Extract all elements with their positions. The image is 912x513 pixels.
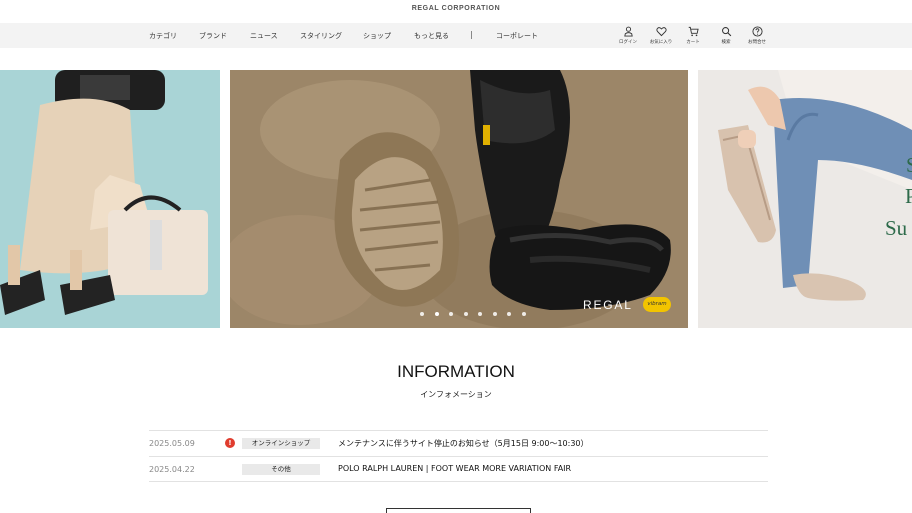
campaign-text-line-3: Su <box>885 216 908 240</box>
slide-next[interactable]: S P Su <box>698 70 912 328</box>
top-bar: REGAL CORPORATION <box>0 0 912 23</box>
contact-label: お問合せ <box>748 40 766 45</box>
search-button[interactable]: 検索 <box>711 26 741 45</box>
cart-icon <box>688 26 699 37</box>
favorites-button[interactable]: お気に入り <box>646 26 676 45</box>
model-sandals-image <box>0 70 220 328</box>
login-label: ログイン <box>619 40 637 45</box>
login-button[interactable]: ログイン <box>613 26 643 45</box>
information-subtitle: インフォメーション <box>420 390 492 399</box>
nav-brand[interactable]: ブランド <box>199 31 227 41</box>
slide-active[interactable]: REGAL vibram <box>230 70 688 328</box>
model-flats-image <box>698 70 912 328</box>
news-category-tag[interactable]: その他 <box>242 464 320 475</box>
nav-category[interactable]: カテゴリ <box>149 31 177 41</box>
nav-shop[interactable]: ショップ <box>363 31 391 41</box>
alert-icon: ! <box>225 438 235 448</box>
nav-news[interactable]: ニュース <box>250 31 278 41</box>
shoes-in-sand-image <box>230 70 688 328</box>
nav-styling[interactable]: スタイリング <box>300 31 342 41</box>
news-item[interactable]: 2025.04.22 その他 POLO RALPH LAUREN | FOOT … <box>149 456 768 482</box>
slider-dot[interactable] <box>492 312 497 316</box>
search-icon <box>721 27 731 37</box>
user-icon <box>623 26 633 37</box>
news-date: 2025.04.22 <box>149 465 195 474</box>
news-list: 2025.05.09 ! オンラインショップ メンテナンスに伴うサイト停止のお知… <box>149 430 768 482</box>
slider-dot[interactable] <box>434 312 439 316</box>
news-date: 2025.05.09 <box>149 439 195 448</box>
information-title: INFORMATION <box>397 362 515 381</box>
nav-more[interactable]: もっと見る <box>414 31 449 41</box>
slider-dot[interactable] <box>507 312 511 316</box>
slide-prev[interactable] <box>0 70 220 328</box>
cart-button[interactable]: カート <box>678 26 708 45</box>
cart-label: カート <box>686 40 700 45</box>
slider-dot[interactable] <box>463 312 468 316</box>
vibram-badge: vibram <box>643 297 671 312</box>
campaign-text-line-1: S <box>906 153 912 177</box>
nav-corporate[interactable]: コーポレート <box>496 31 538 41</box>
corporate-logo[interactable]: REGAL CORPORATION <box>0 5 912 12</box>
news-title-link[interactable]: POLO RALPH LAUREN | FOOT WEAR MORE VARIA… <box>338 464 571 473</box>
hero-slider[interactable]: REGAL vibram S P Su <box>0 70 912 328</box>
regal-logo: REGAL <box>583 298 633 312</box>
campaign-text-line-2: P <box>905 184 912 208</box>
slider-pagination <box>0 312 912 320</box>
news-title-link[interactable]: メンテナンスに伴うサイト停止のお知らせ（5月15日 9:00〜10:30） <box>338 438 589 449</box>
slider-dot[interactable] <box>521 312 526 316</box>
contact-button[interactable]: お問合せ <box>742 26 772 45</box>
favorites-label: お気に入り <box>649 40 673 45</box>
news-category-tag[interactable]: オンラインショップ <box>242 438 320 449</box>
heart-icon <box>655 27 667 37</box>
nav-separator: | <box>470 30 473 39</box>
slider-dot[interactable] <box>449 312 453 316</box>
slider-dot[interactable] <box>420 312 424 316</box>
slider-dot[interactable] <box>478 312 482 316</box>
search-label: 検索 <box>721 40 731 45</box>
news-item[interactable]: 2025.05.09 ! オンラインショップ メンテナンスに伴うサイト停止のお知… <box>149 430 768 456</box>
main-nav: カテゴリ ブランド ニュース スタイリング ショップ もっと見る | コーポレー… <box>0 23 912 48</box>
view-more-button[interactable] <box>386 508 531 513</box>
question-icon <box>751 26 763 37</box>
